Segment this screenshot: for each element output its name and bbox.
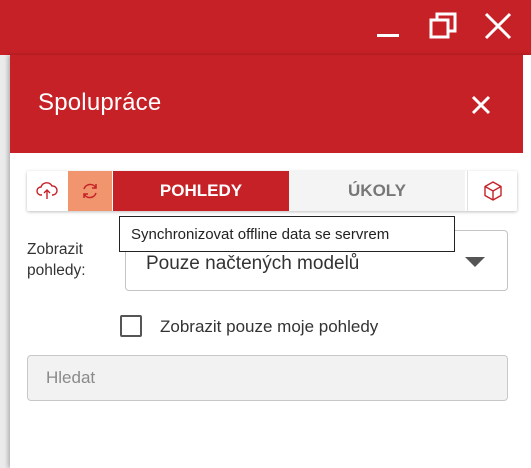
minimize-icon bbox=[377, 34, 399, 37]
filter-select-value: Pouze načtených modelů bbox=[146, 253, 360, 274]
sync-tooltip: Synchronizovat offline data se servrem bbox=[119, 216, 455, 252]
window-close-button[interactable] bbox=[478, 8, 518, 44]
sync-button[interactable] bbox=[68, 171, 112, 211]
chevron-down-icon bbox=[465, 257, 485, 267]
close-icon bbox=[484, 12, 512, 40]
cube-button[interactable] bbox=[467, 171, 518, 211]
panel-title: Spolupráce bbox=[38, 89, 162, 116]
panel-header: Spolupráce bbox=[10, 55, 523, 153]
collaboration-panel: Spolupráce POHLEDY ÚKOLY Zobrazit pohled… bbox=[10, 55, 531, 468]
restore-icon bbox=[429, 12, 457, 39]
panel-left-edge bbox=[0, 55, 10, 468]
filter-label: Zobrazit pohledy: bbox=[27, 241, 86, 279]
only-my-views-checkbox[interactable] bbox=[120, 315, 142, 337]
minimize-button[interactable] bbox=[368, 8, 408, 44]
only-my-views-label[interactable]: Zobrazit pouze moje pohledy bbox=[160, 317, 378, 337]
cube-icon bbox=[484, 181, 502, 201]
cloud-upload-button[interactable] bbox=[27, 171, 67, 211]
tab-pohledy[interactable]: POHLEDY bbox=[113, 171, 289, 211]
restore-button[interactable] bbox=[423, 8, 463, 44]
panel-toolbar: POHLEDY ÚKOLY bbox=[27, 171, 517, 211]
cloud-upload-icon bbox=[36, 182, 58, 199]
close-icon bbox=[471, 95, 491, 115]
sync-icon bbox=[83, 183, 97, 199]
panel-close-button[interactable] bbox=[468, 92, 494, 118]
search-input[interactable] bbox=[27, 355, 508, 401]
tab-ukoly[interactable]: ÚKOLY bbox=[289, 171, 465, 211]
